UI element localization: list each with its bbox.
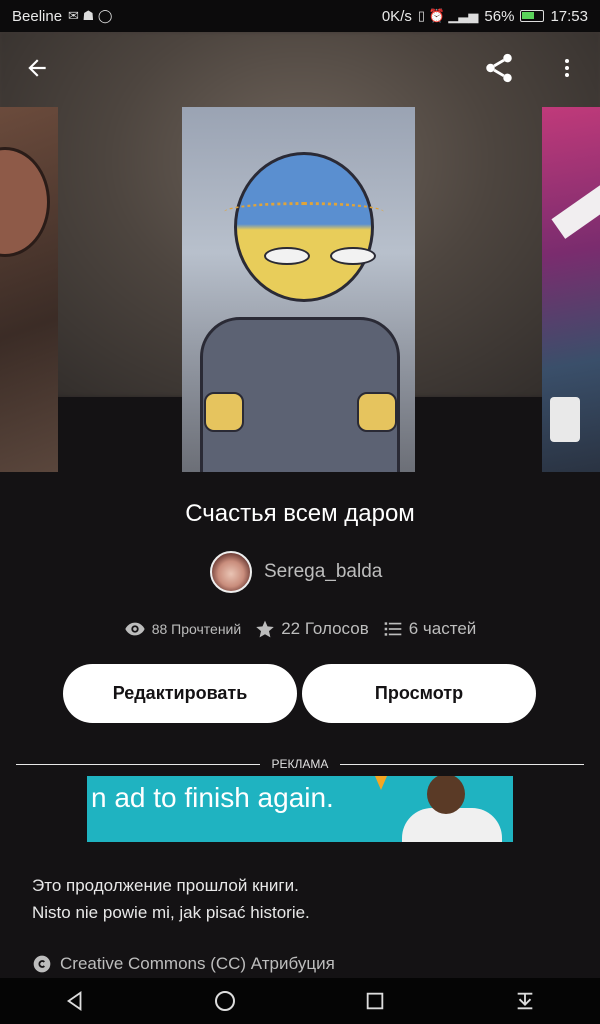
- copyright-icon: [33, 955, 51, 973]
- network-speed: 0K/s: [381, 7, 412, 25]
- description-line: Это продолжение прошлой книги.: [32, 876, 299, 895]
- license-text: Creative Commons (CC) Атрибуция: [60, 954, 335, 973]
- edit-button[interactable]: Редактировать: [63, 664, 297, 723]
- more-options-button[interactable]: [545, 46, 589, 90]
- book-cover-image[interactable]: [182, 107, 415, 472]
- back-button[interactable]: [15, 46, 59, 90]
- eye-icon: [125, 622, 145, 636]
- reads-count: 88 Прочтений: [151, 621, 242, 637]
- next-book-cover[interactable]: [542, 107, 600, 472]
- description-line: Nisto nie powie mi, jak pisać historie.: [32, 903, 310, 922]
- ad-person-image: [402, 776, 502, 842]
- preview-button[interactable]: Просмотр: [302, 664, 536, 723]
- battery-percent: 56%: [484, 7, 515, 25]
- ad-label: РЕКЛАМА: [271, 757, 329, 771]
- parts-count[interactable]: 6 частей: [409, 619, 477, 639]
- notification-icons: ✉ ☗ ◯: [68, 8, 113, 23]
- reads-stat: 88 Прочтений: [124, 618, 242, 640]
- nav-recents-button[interactable]: [345, 978, 405, 1024]
- book-stats: 88 Прочтений 22 Голосов 6 частей: [0, 618, 600, 640]
- book-description: Это продолжение прошлой книги. Nisto nie…: [32, 872, 310, 926]
- square-recents-icon: [366, 992, 384, 1010]
- status-bar: Beeline ✉ ☗ ◯ 0K/s ▯ ⏰ ▁▃▅ 56% 17:53: [0, 0, 600, 32]
- ad-divider-left: [16, 764, 260, 765]
- share-button[interactable]: [477, 46, 521, 90]
- list-icon: [384, 622, 402, 636]
- pull-down-icon: [517, 992, 533, 1010]
- star-icon: [256, 620, 274, 638]
- votes-count: 22 Голосов: [281, 619, 369, 638]
- previous-book-cover[interactable]: [0, 107, 58, 472]
- arrow-left-icon: [28, 59, 46, 77]
- nav-back-button[interactable]: [45, 978, 105, 1024]
- author-avatar[interactable]: [210, 551, 252, 593]
- circle-home-icon: [215, 991, 235, 1011]
- book-title: Счастья всем даром: [185, 500, 415, 527]
- votes-stat: 22 Голосов: [255, 619, 369, 639]
- carrier-label: Beeline: [12, 7, 63, 25]
- parts-stat[interactable]: 6 частей: [383, 619, 477, 639]
- ad-banner-text: n ad to finish again.: [91, 782, 334, 813]
- author-link[interactable]: Serega_balda: [210, 551, 382, 593]
- app-bar: [0, 32, 600, 104]
- author-name[interactable]: Serega_balda: [264, 561, 382, 583]
- system-navigation-bar: [0, 978, 600, 1024]
- battery-icon: [520, 10, 545, 22]
- nav-home-button[interactable]: [195, 978, 255, 1024]
- more-vertical-icon: [565, 59, 569, 77]
- nav-notifications-button[interactable]: [495, 978, 555, 1024]
- share-icon: [486, 53, 512, 83]
- triangle-back-icon: [66, 991, 82, 1011]
- clock: 17:53: [550, 7, 588, 25]
- ad-divider-right: [340, 764, 584, 765]
- license-info: Creative Commons (CC) Атрибуция: [32, 954, 335, 974]
- ad-banner[interactable]: n ad to finish again.: [87, 776, 513, 842]
- vibrate-alarm-signal-icons: ▯ ⏰ ▁▃▅: [417, 8, 479, 23]
